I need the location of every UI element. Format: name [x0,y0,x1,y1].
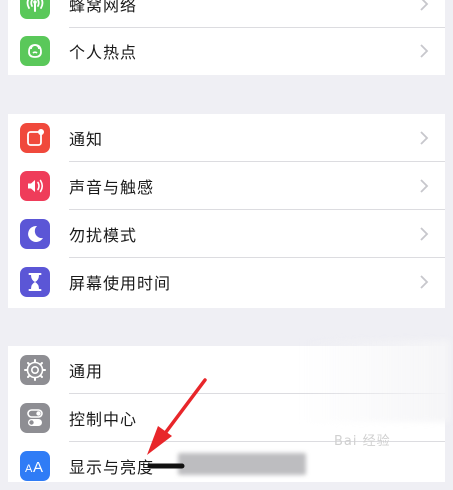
settings-row-cellular[interactable]: 蜂窝网络 [8,0,445,28]
chevron-right-icon [420,131,429,145]
settings-row-label: 通知 [69,130,104,149]
redaction-bar [178,453,306,475]
svg-text:A: A [33,459,43,476]
gear-icon [20,355,50,385]
chevron-right-icon [420,227,429,241]
watermark: Bai 经验 [334,434,391,449]
settings-row-label: 显示与亮度 [69,458,155,477]
notification-icon [20,123,50,153]
settings-row-label: 个人热点 [69,43,138,62]
settings-row-notifications[interactable]: 通知 [8,114,445,162]
toggle-icon [20,403,50,433]
text-size-icon: A A [20,451,50,481]
antenna-icon [20,0,50,19]
hotspot-icon [20,36,50,66]
chevron-right-icon [420,275,429,289]
settings-row-sounds[interactable]: 声音与触感 [8,162,445,210]
chevron-right-icon [420,0,429,11]
moon-icon [20,219,50,249]
notifications-group: 通知 声音与触感 勿扰模式 屏幕使用时间 [8,114,445,308]
settings-row-screen-time[interactable]: 屏幕使用时间 [8,258,445,306]
settings-row-label: 勿扰模式 [69,226,138,245]
network-group: 蜂窝网络 个人热点 [8,0,445,75]
settings-row-label: 控制中心 [69,410,138,429]
settings-row-label: 蜂窝网络 [69,0,138,15]
settings-row-label: 屏幕使用时间 [69,274,172,293]
svg-text:A: A [25,463,33,475]
settings-row-label: 通用 [69,362,104,381]
settings-row-do-not-disturb[interactable]: 勿扰模式 [8,210,445,258]
blur-overlay [300,340,450,422]
settings-row-hotspot[interactable]: 个人热点 [8,27,445,75]
settings-row-label: 声音与触感 [69,178,155,197]
speaker-icon [20,171,50,201]
chevron-right-icon [420,179,429,193]
hourglass-icon [20,267,50,297]
chevron-right-icon [420,44,429,58]
